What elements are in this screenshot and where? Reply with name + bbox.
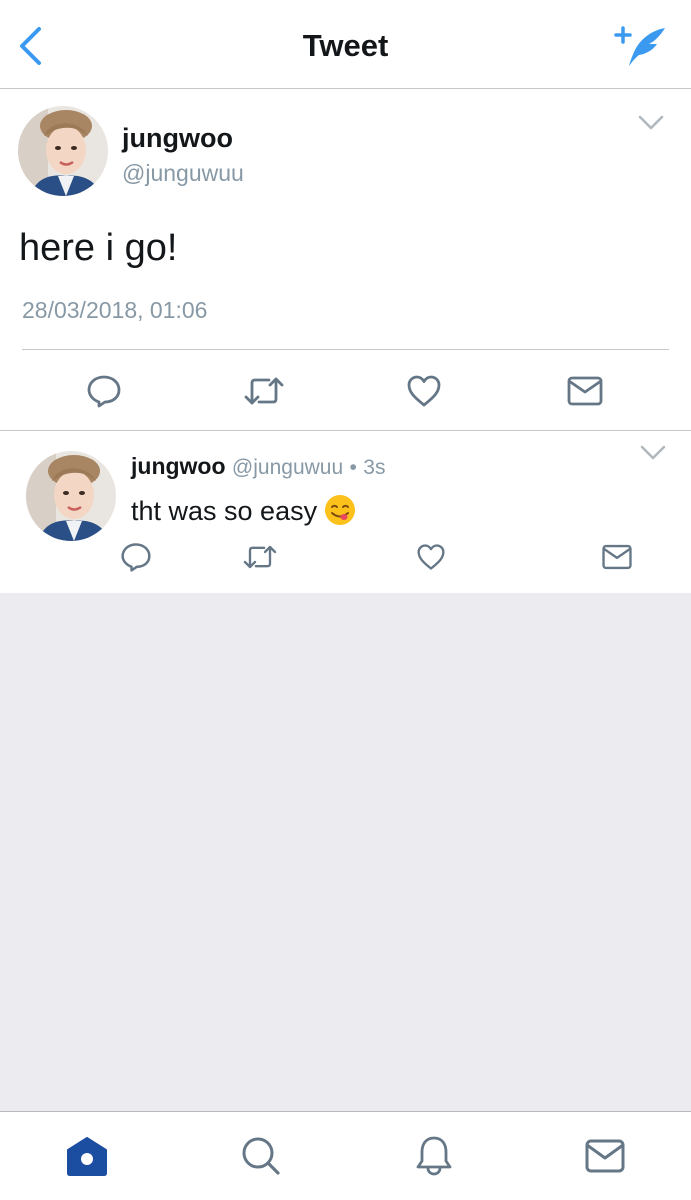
notifications-icon — [416, 1136, 452, 1176]
retweet-button[interactable] — [240, 539, 280, 575]
divider — [22, 349, 669, 350]
meta-separator: • — [349, 456, 357, 479]
compose-tweet-icon — [614, 26, 665, 66]
reply-icon — [121, 543, 151, 572]
search-icon — [242, 1137, 280, 1175]
user-handle[interactable]: @junguwuu — [122, 160, 244, 187]
like-button[interactable] — [404, 371, 444, 411]
avatar[interactable] — [18, 106, 108, 196]
display-name[interactable]: jungwoo — [122, 123, 233, 154]
tweet-options-button[interactable] — [639, 443, 667, 463]
empty-conversation-area — [0, 593, 691, 1111]
tweet-text-content: tht was so easy — [131, 496, 318, 526]
like-icon — [417, 544, 445, 570]
chevron-down-icon — [640, 445, 666, 460]
tweet-timestamp: 28/03/2018, 01:06 — [22, 297, 208, 323]
tab-home[interactable] — [62, 1132, 112, 1180]
tab-search[interactable] — [236, 1132, 286, 1180]
tweet-text: tht was so easy — [131, 493, 357, 527]
page-title: Tweet — [302, 28, 389, 63]
compose-tweet-button[interactable] — [613, 24, 669, 68]
retweet-icon — [243, 545, 277, 569]
home-icon — [67, 1137, 107, 1176]
avatar-photo — [18, 106, 108, 196]
reply-tweet[interactable]: jungwoo @junguwuu • 3s tht was so easy — [0, 431, 691, 593]
navigation-header: Tweet — [0, 0, 691, 89]
face-savoring-food-emoji — [325, 495, 356, 525]
messages-icon — [585, 1139, 625, 1173]
like-icon — [407, 375, 441, 407]
user-handle[interactable]: @junguwuu — [232, 456, 343, 479]
like-button[interactable] — [413, 539, 449, 575]
display-name[interactable]: jungwoo — [131, 453, 226, 479]
reply-header: jungwoo @junguwuu • 3s — [131, 453, 385, 480]
tab-bar — [0, 1111, 691, 1200]
avatar-photo — [26, 451, 116, 541]
main-tweet: jungwoo @junguwuu here i go! 28/03/2018,… — [0, 89, 691, 431]
reply-icon — [87, 375, 121, 408]
dm-icon — [602, 544, 632, 570]
tweet-age: 3s — [363, 456, 386, 479]
chevron-down-icon — [638, 115, 664, 130]
reply-button[interactable] — [118, 539, 154, 575]
direct-message-button[interactable] — [598, 539, 636, 575]
tweet-options-button[interactable] — [637, 113, 665, 133]
direct-message-button[interactable] — [564, 371, 606, 411]
tab-messages[interactable] — [580, 1132, 630, 1180]
reply-button[interactable] — [84, 371, 124, 411]
tab-notifications[interactable] — [409, 1132, 459, 1180]
dm-icon — [567, 376, 603, 406]
tweet-text: here i go! — [19, 227, 178, 269]
retweet-button[interactable] — [242, 371, 286, 411]
avatar[interactable] — [26, 451, 116, 541]
retweet-icon — [244, 377, 284, 405]
